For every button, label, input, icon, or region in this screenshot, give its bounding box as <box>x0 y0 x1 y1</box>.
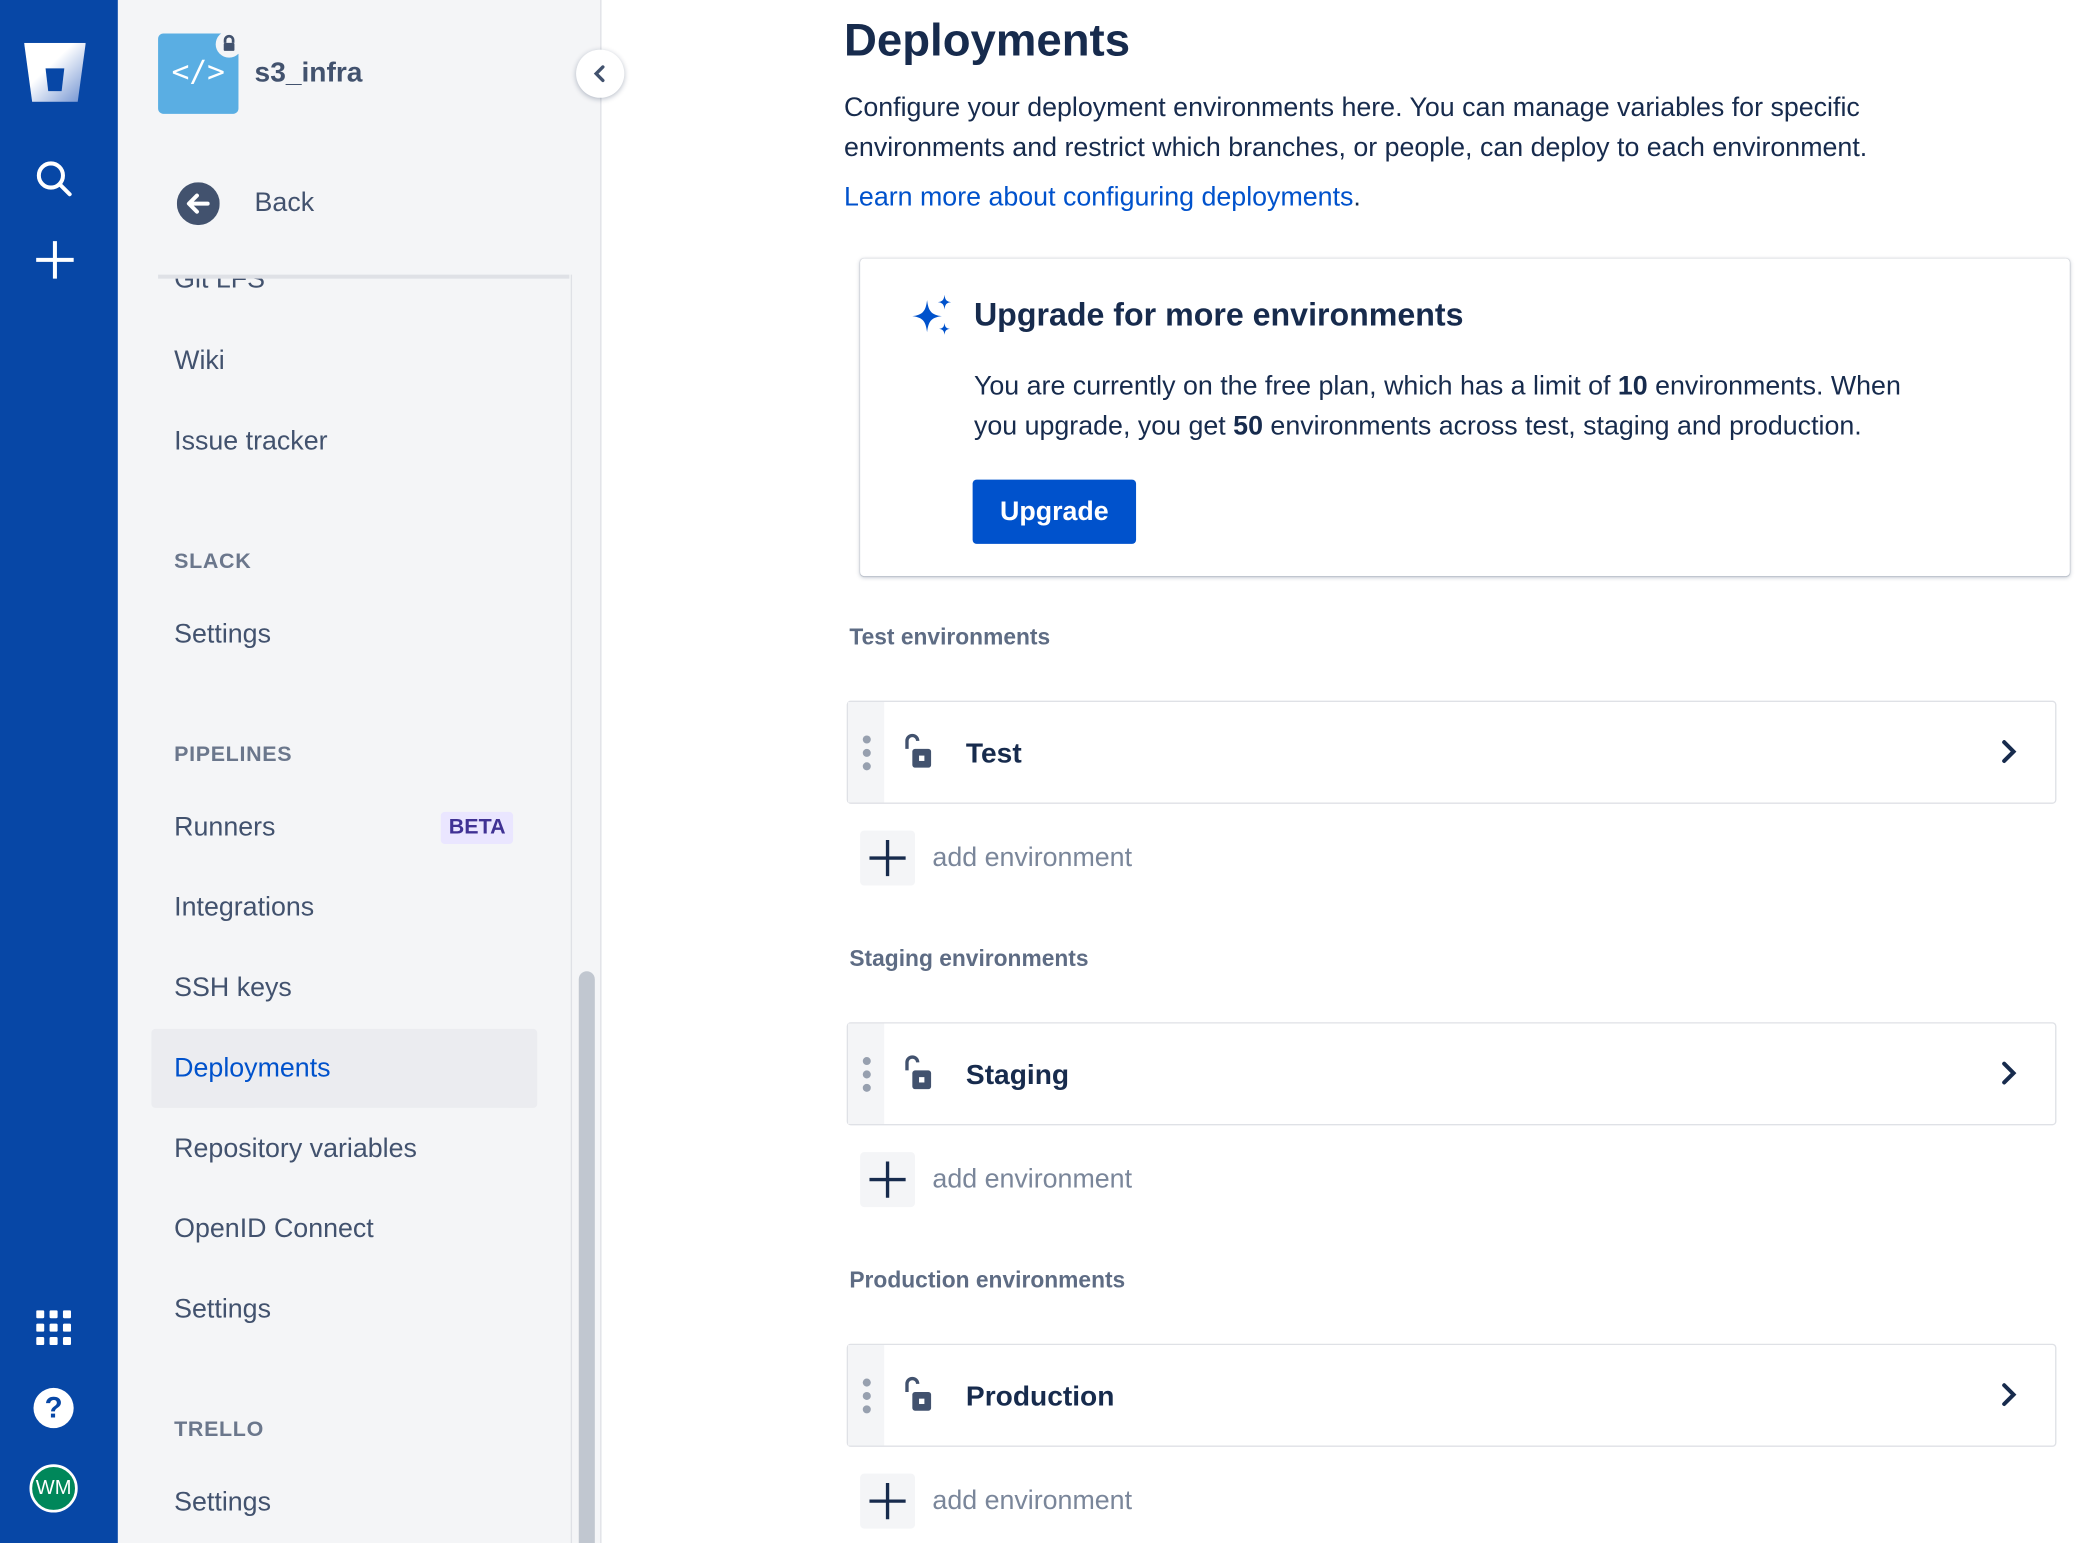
beta-badge: BETA <box>440 811 514 845</box>
lock-icon <box>215 30 243 58</box>
add-environment-label[interactable]: add environment <box>932 843 1132 874</box>
sidebar-item-slack-settings[interactable]: Settings <box>174 620 271 651</box>
sidebar-item-runners[interactable]: Runners <box>174 813 275 844</box>
repo-name[interactable]: s3_infra <box>255 58 363 90</box>
avatar[interactable]: WM <box>29 1464 78 1513</box>
back-label: Back <box>254 188 315 218</box>
upgrade-heading: Upgrade for more environments <box>973 297 1464 334</box>
chevron-right-icon[interactable] <box>1995 1381 2022 1408</box>
collapse-sidebar-button[interactable] <box>576 49 625 98</box>
section-label: Test environments <box>849 624 1051 650</box>
drag-handle[interactable] <box>848 702 885 803</box>
drag-handle[interactable] <box>848 1345 885 1446</box>
environment-row[interactable]: Test <box>846 700 2057 804</box>
sparkle-icon <box>912 294 952 335</box>
unlock-icon <box>905 733 932 768</box>
add-environment-label[interactable]: add environment <box>932 1165 1132 1196</box>
punctuation: . <box>1353 182 1361 213</box>
section-label: Production environments <box>849 1267 1126 1293</box>
section-header-trello: TRELLO <box>174 1418 264 1442</box>
description-line: environments and restrict which branches… <box>844 133 1868 163</box>
chevron-left-icon <box>593 65 605 83</box>
sidebar-item-git-lfs[interactable]: Git LFS <box>174 277 265 295</box>
sidebar-item-integrations[interactable]: Integrations <box>174 893 314 924</box>
sidebar-item-ssh-keys[interactable]: SSH keys <box>174 973 292 1004</box>
scroll-track <box>570 274 573 1543</box>
environment-row[interactable]: Staging <box>846 1022 2057 1126</box>
section-header-slack: SLACK <box>174 550 252 574</box>
plus-icon <box>869 1483 906 1520</box>
plus-icon <box>869 839 906 877</box>
plus-icon[interactable] <box>35 240 75 280</box>
upgrade-text: you upgrade, you get 50 environments acr… <box>973 411 1862 442</box>
search-icon[interactable] <box>35 159 73 197</box>
learn-more-link[interactable]: Learn more about configuring deployments <box>844 183 1353 212</box>
sidebar-item-pipelines-settings[interactable]: Settings <box>174 1295 271 1326</box>
environment-name: Production <box>965 1381 1115 1413</box>
add-environment-button[interactable] <box>860 1473 916 1529</box>
sidebar-item-wiki[interactable]: Wiki <box>174 346 225 377</box>
unlock-icon <box>905 1376 932 1411</box>
back-button[interactable]: Back <box>176 182 499 226</box>
sidebar-item-label: Deployments <box>174 1053 331 1084</box>
description-line: Configure your deployment environments h… <box>844 93 1860 123</box>
sidebar-item-issue-tracker[interactable]: Issue tracker <box>174 427 327 458</box>
page-title: Deployments <box>844 15 1131 67</box>
chevron-right-icon[interactable] <box>1995 1060 2022 1087</box>
plus-icon <box>869 1161 906 1198</box>
apps-grid-icon[interactable] <box>36 1310 72 1346</box>
section-label: Staging environments <box>849 945 1089 972</box>
upgrade-text: You are currently on the free plan, whic… <box>973 371 1901 402</box>
sidebar: </> s3_infra Back Git LFS Wiki Issue tra… <box>117 0 602 1543</box>
repo-avatar: </> <box>158 30 243 114</box>
sidebar-item-repository-variables[interactable]: Repository variables <box>174 1134 417 1165</box>
add-environment-label[interactable]: add environment <box>932 1486 1132 1517</box>
chevron-right-icon[interactable] <box>1995 738 2022 765</box>
unlock-icon <box>905 1055 932 1090</box>
sidebar-scroll: Git LFS Wiki Issue tracker SLACK Setting… <box>118 277 600 1543</box>
upgrade-button[interactable]: Upgrade <box>972 479 1137 544</box>
sidebar-item-openid-connect[interactable]: OpenID Connect <box>174 1214 374 1245</box>
arrow-left-icon <box>176 182 220 226</box>
global-nav: ? WM <box>0 0 118 1543</box>
help-icon[interactable]: ? <box>33 1387 74 1429</box>
bitbucket-logo[interactable] <box>24 42 86 102</box>
environment-row[interactable]: Production <box>846 1343 2057 1447</box>
add-environment-button[interactable] <box>860 830 916 886</box>
add-environment-button[interactable] <box>860 1152 916 1208</box>
environment-name: Test <box>965 738 1022 769</box>
sidebar-item-trello-settings[interactable]: Settings <box>174 1488 271 1519</box>
environment-name: Staging <box>965 1059 1070 1091</box>
section-header-pipelines: PIPELINES <box>174 743 293 767</box>
divider <box>158 274 570 279</box>
upgrade-card: Upgrade for more environments You are cu… <box>860 258 2070 577</box>
sidebar-item-deployments[interactable]: Deployments <box>151 1028 538 1108</box>
drag-handle[interactable] <box>848 1023 885 1125</box>
scrollbar-thumb[interactable] <box>578 971 595 1543</box>
